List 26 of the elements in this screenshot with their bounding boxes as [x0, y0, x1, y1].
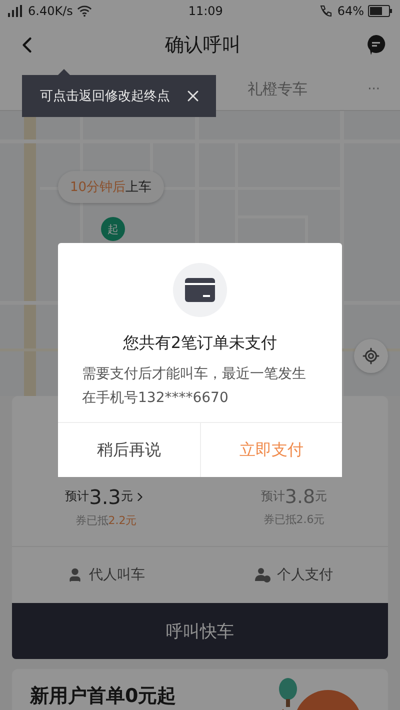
phone-icon	[319, 5, 334, 17]
coupon-note: 券已抵2.6元	[263, 512, 325, 526]
dialog-title: 您共有2笔订单未支付	[122, 333, 278, 354]
chat-icon[interactable]	[366, 34, 386, 56]
status-time: 11:09	[188, 4, 223, 18]
pickup-time-bubble: 10分钟后上车	[58, 171, 164, 203]
pay-now-button[interactable]: 立即支付	[200, 423, 342, 477]
locate-icon	[362, 347, 380, 365]
tab[interactable]: 礼橙专车	[248, 80, 308, 98]
coupon-note: 券已抵2.2元	[75, 512, 137, 528]
tooltip-text: 可点击返回修改起终点	[40, 88, 170, 105]
more-tab[interactable]: ···	[368, 82, 380, 96]
battery-level: 64%	[337, 4, 364, 18]
page-title: 确认呼叫	[164, 33, 242, 58]
network-speed: 6.40K/s	[28, 4, 73, 18]
option-button[interactable]: 个人支付	[200, 547, 388, 603]
promo-title: 新用户首单0元起	[30, 684, 176, 709]
card-icon	[185, 278, 215, 302]
dialog-message: 需要支付后才能叫车，最近一笔发生在手机号132****6670	[82, 365, 307, 408]
wifi-icon	[76, 5, 92, 17]
person-icon	[67, 567, 83, 583]
battery-icon	[368, 5, 392, 17]
call-button[interactable]: 呼叫快车	[12, 603, 388, 659]
signal-icon	[8, 5, 24, 17]
user-coin-icon	[255, 567, 271, 583]
option-button[interactable]: 代人叫车	[12, 547, 200, 603]
